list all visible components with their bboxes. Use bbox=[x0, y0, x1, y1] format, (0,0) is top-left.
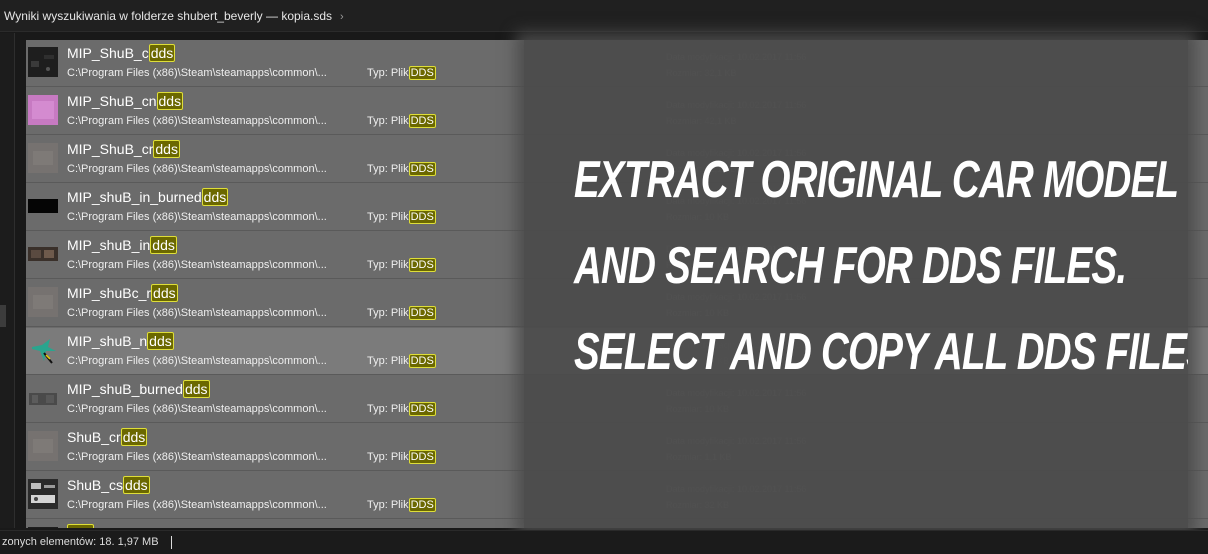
file-name-base: MIP_shuB_n bbox=[67, 333, 148, 349]
search-match-highlight: DDS bbox=[408, 354, 436, 368]
breadcrumb[interactable]: Wyniki wyszukiwania w folderze shubert_b… bbox=[4, 9, 344, 23]
file-name-base: MIP_shuB_in_burned bbox=[67, 189, 202, 205]
file-name-base: MIP_ShuB_c bbox=[67, 45, 149, 61]
search-match-highlight: DDS bbox=[408, 258, 436, 272]
file-name: MIP_shuB_burned dds bbox=[67, 380, 210, 398]
nav-scroll-thumb[interactable] bbox=[0, 305, 6, 327]
file-name: ShuB_cs dds bbox=[67, 476, 150, 494]
file-type-label: Typ: Plik bbox=[367, 451, 409, 463]
selection-summary: zonych elementów: 18. 1,97 MB bbox=[2, 536, 159, 548]
file-type-label: Typ: Plik bbox=[367, 403, 409, 415]
search-match-highlight: dds bbox=[153, 140, 180, 158]
chevron-right-icon[interactable]: › bbox=[340, 11, 344, 23]
file-name-base: ShuB_cr bbox=[67, 429, 121, 445]
file-type: Typ: Plik DDS bbox=[367, 498, 436, 512]
file-type-label: Typ: Plik bbox=[367, 307, 409, 319]
file-path: C:\Program Files (x86)\Steam\steamapps\c… bbox=[67, 259, 327, 271]
file-path: C:\Program Files (x86)\Steam\steamapps\c… bbox=[67, 67, 327, 79]
file-name: MIP_ShuB_cr dds bbox=[67, 140, 180, 158]
search-match-highlight: DDS bbox=[408, 306, 436, 320]
file-type: Typ: Plik DDS bbox=[367, 258, 436, 272]
file-path: C:\Program Files (x86)\Steam\steamapps\c… bbox=[67, 211, 327, 223]
search-match-highlight: dds bbox=[67, 524, 94, 528]
gray-texture-icon bbox=[28, 143, 58, 173]
file-type: Typ: Plik DDS bbox=[367, 354, 436, 368]
file-type-label: Typ: Plik bbox=[367, 115, 409, 127]
pane-divider[interactable] bbox=[14, 33, 15, 528]
search-match-highlight: DDS bbox=[408, 210, 436, 224]
car-parts-texture-icon bbox=[28, 479, 58, 509]
search-match-highlight: DDS bbox=[408, 450, 436, 464]
file-name: MIP_shuB_in dds bbox=[67, 236, 177, 254]
file-path: C:\Program Files (x86)\Steam\steamapps\c… bbox=[67, 355, 327, 367]
file-type-label: Typ: Plik bbox=[367, 211, 409, 223]
burned-texture-icon bbox=[28, 383, 58, 413]
instruction-overlay: EXTRACT ORIGINAL CAR MODEL AND SEARCH FO… bbox=[524, 40, 1188, 528]
file-name-base: MIP_shuB_burned bbox=[67, 381, 183, 397]
file-type: Typ: Plik DDS bbox=[367, 450, 436, 464]
file-type: Typ: Plik DDS bbox=[367, 66, 436, 80]
file-name-base: MIP_shuBc_r bbox=[67, 285, 152, 301]
search-match-highlight: DDS bbox=[408, 114, 436, 128]
black-bar-texture-icon bbox=[28, 191, 58, 221]
search-match-highlight: DDS bbox=[408, 66, 436, 80]
file-name-base: MIP_ShuB_cr bbox=[67, 141, 154, 157]
search-match-highlight: dds bbox=[147, 332, 174, 350]
search-match-highlight: dds bbox=[123, 476, 150, 494]
file-type: Typ: Plik DDS bbox=[367, 402, 436, 416]
status-bar: zonych elementów: 18. 1,97 MB bbox=[0, 530, 1208, 554]
file-type: Typ: Plik DDS bbox=[367, 162, 436, 176]
search-match-highlight: dds bbox=[150, 236, 177, 254]
file-path: C:\Program Files (x86)\Steam\steamapps\c… bbox=[67, 115, 327, 127]
title-bar: Wyniki wyszukiwania w folderze shubert_b… bbox=[0, 0, 1208, 32]
file-name: ShuB_cr dds bbox=[67, 428, 148, 446]
file-type-label: Typ: Plik bbox=[367, 163, 409, 175]
search-match-highlight: dds bbox=[201, 188, 229, 206]
pink-texture-icon bbox=[28, 95, 58, 125]
search-match-highlight: DDS bbox=[408, 402, 436, 416]
file-type: Typ: Plik DDS bbox=[367, 210, 436, 224]
gray-texture-icon bbox=[28, 287, 58, 317]
search-match-highlight: DDS bbox=[408, 162, 436, 176]
dark-texture-icon bbox=[28, 527, 58, 528]
status-divider bbox=[171, 536, 172, 549]
gray-texture-icon bbox=[28, 431, 58, 461]
file-path: C:\Program Files (x86)\Steam\steamapps\c… bbox=[67, 403, 327, 415]
file-type-label: Typ: Plik bbox=[367, 259, 409, 271]
teal-normal-map-icon bbox=[28, 335, 58, 365]
search-match-highlight: dds bbox=[151, 284, 178, 302]
file-name: dds bbox=[67, 524, 94, 528]
search-match-highlight: dds bbox=[156, 92, 184, 110]
file-path: C:\Program Files (x86)\Steam\steamapps\c… bbox=[67, 307, 327, 319]
file-type: Typ: Plik DDS bbox=[367, 306, 436, 320]
file-type-label: Typ: Plik bbox=[367, 355, 409, 367]
file-name-base: ShuB_cs bbox=[67, 477, 124, 493]
breadcrumb-location[interactable]: Wyniki wyszukiwania w folderze shubert_b… bbox=[4, 9, 332, 23]
file-name: MIP_ShuB_c dds bbox=[67, 44, 176, 62]
file-name-base: MIP_shuB_in bbox=[67, 237, 151, 253]
instruction-line-1: EXTRACT ORIGINAL CAR MODEL bbox=[574, 151, 1179, 209]
instruction-line-3: SELECT AND COPY ALL DDS FILES. bbox=[574, 323, 1188, 381]
file-name: MIP_ShuB_cn dds bbox=[67, 92, 184, 110]
search-match-highlight: dds bbox=[182, 380, 210, 398]
file-path: C:\Program Files (x86)\Steam\steamapps\c… bbox=[67, 499, 327, 511]
search-match-highlight: dds bbox=[120, 428, 148, 446]
navigation-pane[interactable] bbox=[0, 33, 14, 528]
file-name: MIP_shuB_in_burned dds bbox=[67, 188, 229, 206]
search-match-highlight: DDS bbox=[408, 498, 436, 512]
file-path: C:\Program Files (x86)\Steam\steamapps\c… bbox=[67, 163, 327, 175]
search-match-highlight: dds bbox=[148, 44, 176, 62]
file-name: MIP_shuBc_r dds bbox=[67, 284, 178, 302]
file-name: MIP_shuB_n dds bbox=[67, 332, 174, 350]
dark-texture-icon bbox=[28, 47, 58, 77]
file-type-label: Typ: Plik bbox=[367, 67, 409, 79]
file-path: C:\Program Files (x86)\Steam\steamapps\c… bbox=[67, 451, 327, 463]
instruction-line-2: AND SEARCH FOR DDS FILES. bbox=[574, 237, 1127, 295]
file-type-label: Typ: Plik bbox=[367, 499, 409, 511]
interior-texture-icon bbox=[28, 239, 58, 269]
file-name-base: MIP_ShuB_cn bbox=[67, 93, 157, 109]
file-type: Typ: Plik DDS bbox=[367, 114, 436, 128]
